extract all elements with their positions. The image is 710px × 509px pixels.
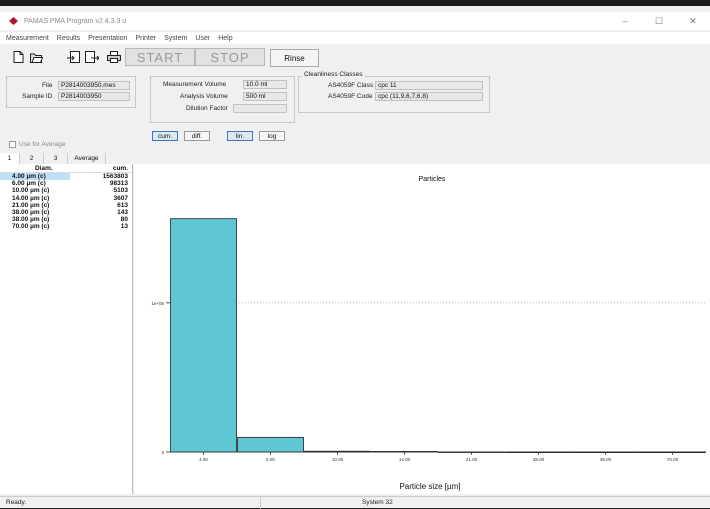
minimize-button[interactable]: –: [608, 12, 642, 30]
count-cell: 5103: [113, 187, 128, 195]
diameter-cell: 38.00 µm (c): [12, 209, 50, 217]
x-tick-label: 6.00: [266, 457, 275, 462]
diam-header: Diam.: [35, 164, 53, 172]
toolbar: START STOP Rinse: [0, 46, 710, 68]
window-title: PAMAS PMA Program v2.4.3.3 u: [24, 17, 127, 25]
x-tick-label: 70.00: [667, 457, 679, 462]
counts-table: Diam. cum. 4.00 µm (c) 1563803 6.00 µm (c)…: [0, 164, 133, 494]
menu-help[interactable]: Help: [218, 35, 232, 42]
measurement-volume-label: Measurement Volume: [163, 81, 227, 88]
lin-button[interactable]: lin.: [227, 131, 253, 141]
status-system: System 32: [362, 499, 393, 506]
info-panel: File P2814003950.mes Sample ID P28140039…: [0, 68, 710, 152]
count-cell: 613: [117, 201, 128, 209]
x-tick-label: 14.00: [399, 457, 411, 462]
bar: [237, 436, 304, 453]
tab-1[interactable]: 1: [0, 153, 20, 164]
as4059f-class-field: cpc 11: [375, 81, 483, 90]
export-icon[interactable]: [66, 50, 82, 64]
table-row[interactable]: 38.00 µm (c) 143: [0, 209, 132, 216]
table-row[interactable]: 70.00 µm (c) 13: [0, 223, 132, 230]
rinse-button[interactable]: Rinse: [270, 49, 319, 67]
status-bar: Ready. System 32: [0, 496, 710, 509]
diameter-cell: 14.00 µm (c): [12, 194, 50, 202]
diameter-cell: 21.00 µm (c): [12, 201, 50, 209]
measurement-volume-field: 10.0 ml: [243, 80, 287, 89]
diameter-cell: 4.00 µm (c): [0, 173, 70, 181]
sample-id-label: Sample ID: [22, 93, 53, 100]
cum-button[interactable]: cum.: [152, 131, 178, 141]
print-icon[interactable]: [106, 50, 122, 64]
title-bar: PAMAS PMA Program v2.4.3.3 u – ☐ ✕: [0, 12, 710, 30]
stop-button[interactable]: STOP: [195, 48, 265, 66]
x-tick-label: 38.00: [600, 457, 612, 462]
x-tick-label: 38.00: [533, 457, 545, 462]
open-folder-icon[interactable]: [28, 50, 44, 64]
status-text: Ready.: [6, 499, 27, 506]
count-cell: 13: [120, 223, 128, 231]
file-field: P2814003950.mes: [58, 81, 130, 90]
tab-3[interactable]: 3: [44, 153, 68, 164]
diff-button[interactable]: diff.: [184, 131, 210, 141]
close-button[interactable]: ✕: [676, 12, 710, 30]
use-for-average-label: Use for Average: [19, 141, 66, 148]
x-tick-label: 10.00: [332, 457, 344, 462]
analysis-volume-field: 500 ml: [243, 92, 287, 101]
y-tick-label: 1e+06: [151, 301, 164, 306]
x-tick-label: 4.00: [199, 457, 208, 462]
count-cell: 98313: [109, 180, 128, 188]
status-divider: [260, 497, 261, 509]
x-tick-label: 21.00: [466, 457, 478, 462]
analysis-volume-label: Analysis Volume: [180, 93, 228, 100]
tab-2[interactable]: 2: [20, 153, 44, 164]
count-cell: 3607: [113, 194, 128, 202]
menu-bar: Measurement Results Presentation Printer…: [0, 32, 710, 44]
app-logo-icon: [8, 16, 20, 26]
count-cell: 80: [120, 216, 128, 224]
chart-title: Particles: [419, 176, 446, 183]
table-row[interactable]: 38.00 µm (c) 80: [0, 216, 132, 223]
cum-header: cum.: [112, 164, 128, 172]
sample-id-field: P2814003950: [58, 92, 130, 101]
menu-results[interactable]: Results: [57, 35, 80, 42]
particles-chart: Particles 0 1e+06 4.00 6.00 10.00 14.00 21.00 38…: [134, 164, 710, 494]
count-cell: 1563803: [102, 173, 128, 181]
start-button[interactable]: START: [125, 48, 195, 66]
new-document-icon[interactable]: [10, 50, 26, 64]
diameter-cell: 10.00 µm (c): [12, 187, 50, 195]
menu-presentation[interactable]: Presentation: [88, 35, 127, 42]
table-row[interactable]: 14.00 µm (c) 3607: [0, 195, 132, 202]
app-window: PAMAS PMA Program v2.4.3.3 u – ☐ ✕ Measu…: [0, 0, 710, 509]
use-for-average-checkbox[interactable]: [9, 141, 16, 148]
y-tick-label: 0: [161, 450, 164, 455]
diameter-cell: 70.00 µm (c): [12, 223, 50, 231]
diameter-cell: 6.00 µm (c): [12, 180, 46, 188]
menu-printer[interactable]: Printer: [135, 35, 156, 42]
file-label: File: [42, 82, 53, 89]
log-button[interactable]: log: [259, 131, 285, 141]
table-row[interactable]: 21.00 µm (c) 613: [0, 202, 132, 209]
count-cell: 143: [117, 209, 128, 217]
bar: [170, 218, 237, 453]
menu-measurement[interactable]: Measurement: [6, 35, 49, 42]
as4059f-code-field: cpc (11,9,6,7,6,8): [375, 92, 483, 101]
menu-system[interactable]: System: [164, 35, 187, 42]
tab-average[interactable]: Average: [68, 153, 106, 164]
cleanliness-classes-label: Cleanliness Classes: [302, 71, 365, 78]
dilution-factor-field[interactable]: [233, 104, 287, 113]
chart-svg: Particles 0 1e+06 4.00 6.00 10.00 14.00 21.00 38…: [151, 176, 706, 491]
x-axis-label: Particle size [µm]: [399, 482, 460, 491]
menu-user[interactable]: User: [195, 35, 210, 42]
table-header: Diam. cum.: [0, 164, 132, 173]
as4059f-class-label: AS4059F Class: [328, 82, 374, 89]
dilution-factor-label: Dilution Factor: [186, 105, 228, 112]
table-row[interactable]: 10.00 µm (c) 5103: [0, 187, 132, 194]
table-row[interactable]: 4.00 µm (c) 1563803: [0, 173, 132, 181]
diameter-cell: 38.00 µm (c): [12, 216, 50, 224]
import-icon[interactable]: [84, 50, 100, 64]
maximize-button[interactable]: ☐: [642, 12, 676, 30]
tab-strip: 1 2 3 Average: [0, 153, 134, 164]
as4059f-code-label: AS4059F Code: [328, 93, 373, 100]
table-row[interactable]: 6.00 µm (c) 98313: [0, 180, 132, 187]
